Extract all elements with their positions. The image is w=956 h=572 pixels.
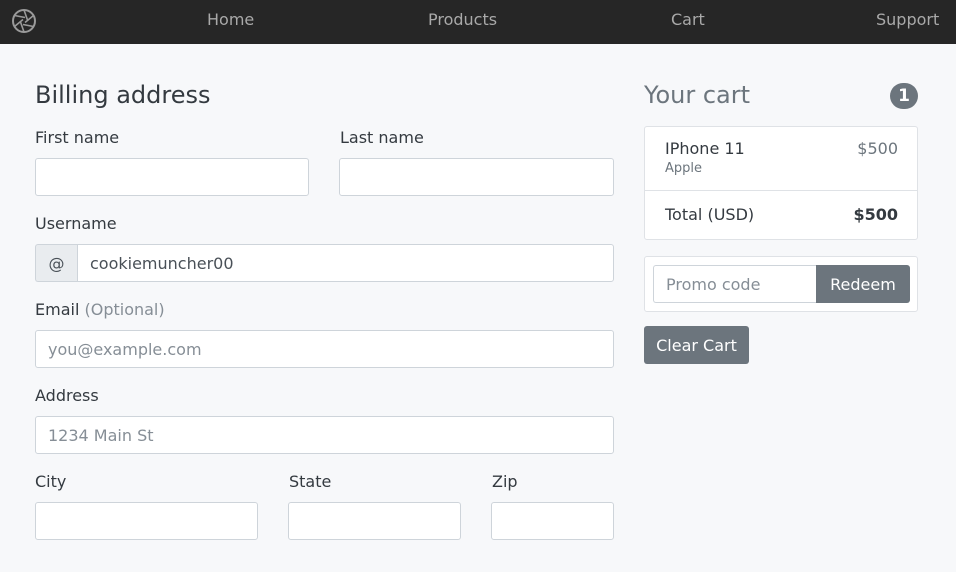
email-input[interactable] bbox=[35, 330, 614, 368]
cart-title: Your cart bbox=[644, 81, 751, 109]
username-input[interactable] bbox=[77, 244, 614, 282]
zip-label: Zip bbox=[492, 472, 518, 491]
email-label-text: Email bbox=[35, 300, 80, 319]
last-name-label: Last name bbox=[340, 128, 424, 147]
address-input[interactable] bbox=[35, 416, 614, 454]
cart-total-label: Total (USD) bbox=[665, 205, 755, 224]
username-label: Username bbox=[35, 214, 117, 233]
state-input[interactable] bbox=[288, 502, 461, 540]
promo-card: Redeem bbox=[644, 256, 918, 312]
first-name-input[interactable] bbox=[35, 158, 309, 196]
at-sign-addon: @ bbox=[35, 244, 77, 282]
aperture-icon[interactable] bbox=[11, 8, 37, 34]
username-group: @ bbox=[35, 244, 614, 282]
zip-input[interactable] bbox=[491, 502, 614, 540]
first-name-label: First name bbox=[35, 128, 120, 147]
cart-item: IPhone 11 Apple $500 bbox=[645, 127, 917, 191]
clear-cart-button[interactable]: Clear Cart bbox=[644, 326, 749, 364]
cart-item-price: $500 bbox=[857, 139, 898, 158]
city-input[interactable] bbox=[35, 502, 258, 540]
billing-title: Billing address bbox=[35, 81, 211, 109]
email-label: Email (Optional) bbox=[35, 300, 165, 319]
state-label: State bbox=[289, 472, 332, 491]
cart-item-brand: Apple bbox=[665, 161, 703, 176]
nav-products-link[interactable]: Products bbox=[428, 10, 497, 29]
email-optional-text: (Optional) bbox=[84, 300, 165, 319]
cart-count-badge: 1 bbox=[890, 83, 918, 109]
city-label: City bbox=[35, 472, 67, 491]
promo-code-input[interactable] bbox=[653, 265, 817, 303]
nav-home-link[interactable]: Home bbox=[207, 10, 254, 29]
address-label: Address bbox=[35, 386, 99, 405]
last-name-input[interactable] bbox=[339, 158, 614, 196]
nav-support-link[interactable]: Support bbox=[876, 10, 939, 29]
cart-item-name: IPhone 11 bbox=[665, 139, 745, 158]
redeem-button[interactable]: Redeem bbox=[816, 265, 910, 303]
nav-cart-link[interactable]: Cart bbox=[671, 10, 705, 29]
cart-list: IPhone 11 Apple $500 Total (USD) $500 bbox=[644, 126, 918, 240]
top-navbar: Home Products Cart Support bbox=[0, 0, 956, 44]
cart-total-value: $500 bbox=[853, 205, 898, 224]
